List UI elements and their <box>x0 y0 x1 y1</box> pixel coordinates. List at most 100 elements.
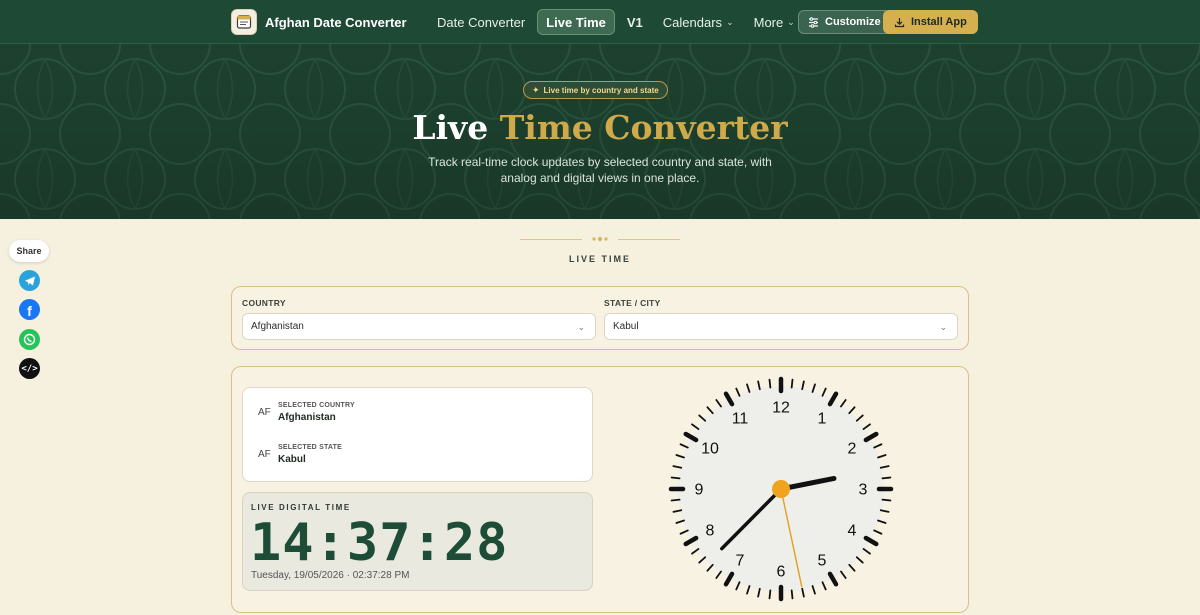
clock-number: 12 <box>772 400 790 417</box>
nav-label: Calendars <box>662 14 723 30</box>
main-nav: Date Converter Live Time V1 Calendars ⌄ M… <box>429 9 803 35</box>
clock-minute-tick <box>698 556 707 564</box>
sliders-icon <box>809 16 818 28</box>
clock-minute-tick <box>821 387 827 397</box>
nav-calendars[interactable]: Calendars ⌄ <box>655 9 742 35</box>
clock-minute-tick <box>691 423 700 430</box>
install-label: Install App <box>911 16 967 28</box>
state-select-value: Kabul <box>613 321 639 332</box>
clock-minute-tick <box>768 378 772 389</box>
customize-button[interactable]: Customize <box>798 10 891 34</box>
sparkle-icon: ✦ <box>532 84 540 95</box>
nav-more[interactable]: More ⌄ <box>746 9 803 35</box>
clock-number: 1 <box>818 410 827 427</box>
clock-minute-tick <box>790 589 794 600</box>
hero-subtitle: Track real-time clock updates by selecte… <box>428 155 772 185</box>
title-part-2: Time Converter <box>499 108 788 147</box>
facebook-icon[interactable]: f <box>19 299 40 320</box>
clock-minute-tick <box>675 519 685 524</box>
country-select-value: Afghanistan <box>251 321 304 332</box>
clock-minute-tick <box>670 498 681 502</box>
hero-banner: ✦ Live time by country and state Live Ti… <box>0 44 1200 219</box>
clock-minute-tick <box>691 548 700 555</box>
section-label: LIVE TIME <box>568 254 631 264</box>
clock-minute-tick <box>801 380 805 391</box>
clock-number: 8 <box>706 523 715 540</box>
clock-minute-tick <box>848 563 856 572</box>
clock-minute-tick <box>840 399 847 408</box>
whatsapp-icon[interactable] <box>19 329 40 350</box>
clock-minute-tick <box>873 529 883 535</box>
selected-country-row: AF SELECTED COUNTRY Afghanistan <box>258 402 355 423</box>
chevron-down-icon: ⌄ <box>787 16 795 27</box>
embed-code-icon[interactable]: </> <box>19 358 40 379</box>
clock-minute-tick <box>873 443 883 449</box>
clock-minute-tick <box>881 498 892 502</box>
clock-minute-tick <box>821 581 827 591</box>
clock-number: 7 <box>736 553 745 570</box>
clock-minute-tick <box>735 581 741 591</box>
divider-left <box>520 239 582 240</box>
clock-minute-tick <box>757 380 761 391</box>
calendar-logo-icon <box>231 9 257 35</box>
nav-label: V1 <box>626 14 643 30</box>
nav-label: More <box>753 14 784 30</box>
clock-number: 4 <box>848 523 857 540</box>
selected-country-caption: SELECTED COUNTRY <box>278 402 355 409</box>
clock-minute-tick <box>840 570 847 579</box>
clock-minute-tick <box>746 585 751 595</box>
clock-minute-tick <box>715 399 722 408</box>
country-select[interactable]: Afghanistan ⌄ <box>242 313 596 340</box>
nav-label: Live Time <box>546 14 606 30</box>
clock-minute-tick <box>855 414 864 422</box>
nav-label: Date Converter <box>437 14 526 30</box>
clock-minute-tick <box>879 509 890 513</box>
clock-minute-tick <box>706 406 714 415</box>
digital-date-line: Tuesday, 19/05/2026 · 02:37:28 PM <box>251 570 410 581</box>
clock-minute-tick <box>706 563 714 572</box>
clock-minute-tick <box>855 556 864 564</box>
chevron-down-icon: ⌄ <box>577 322 585 332</box>
selected-state-caption: SELECTED STATE <box>278 444 342 451</box>
customize-label: Customize <box>825 16 881 28</box>
state-select[interactable]: Kabul ⌄ <box>604 313 958 340</box>
top-navbar: Afghan Date Converter Date Converter Liv… <box>0 0 1200 44</box>
clock-minute-tick <box>672 465 683 469</box>
clock-number: 10 <box>701 441 719 458</box>
nav-v1[interactable]: V1 <box>619 9 651 35</box>
country-label: COUNTRY <box>242 298 286 308</box>
telegram-icon[interactable] <box>19 270 40 291</box>
clock-minute-tick <box>790 378 794 389</box>
title-part-1: Live <box>412 108 489 147</box>
state-label: STATE / CITY <box>604 298 661 308</box>
clock-number: 3 <box>859 482 868 499</box>
nav-date-converter[interactable]: Date Converter <box>429 9 533 35</box>
clock-minute-tick <box>672 509 683 513</box>
nav-live-time[interactable]: Live Time <box>537 9 615 35</box>
hero-badge: ✦ Live time by country and state <box>523 81 668 99</box>
state-code: AF <box>258 449 271 460</box>
clock-number: 5 <box>818 553 827 570</box>
clock-minute-tick <box>757 587 761 598</box>
divider-right <box>618 239 680 240</box>
clock-minute-tick <box>881 476 892 480</box>
clock-minute-tick <box>670 476 681 480</box>
selected-state-row: AF SELECTED STATE Kabul <box>258 444 342 465</box>
selected-state-value: Kabul <box>278 454 306 465</box>
install-app-button[interactable]: Install App <box>883 10 978 34</box>
clock-minute-tick <box>675 454 685 459</box>
clock-minute-tick <box>801 587 805 598</box>
clock-center-cap <box>772 480 790 498</box>
clock-minute-tick <box>877 454 887 459</box>
chevron-down-icon: ⌄ <box>726 16 734 27</box>
chevron-down-icon: ⌄ <box>939 322 947 332</box>
clock-number: 6 <box>777 564 786 581</box>
brand[interactable]: Afghan Date Converter <box>231 9 407 35</box>
page-title: Live Time Converter <box>0 108 1200 147</box>
clock-number: 9 <box>695 482 704 499</box>
clock-minute-tick <box>811 383 816 393</box>
clock-minute-tick <box>679 443 689 449</box>
clock-minute-tick <box>746 383 751 393</box>
clock-minute-tick <box>768 589 772 600</box>
clock-minute-tick <box>679 529 689 535</box>
